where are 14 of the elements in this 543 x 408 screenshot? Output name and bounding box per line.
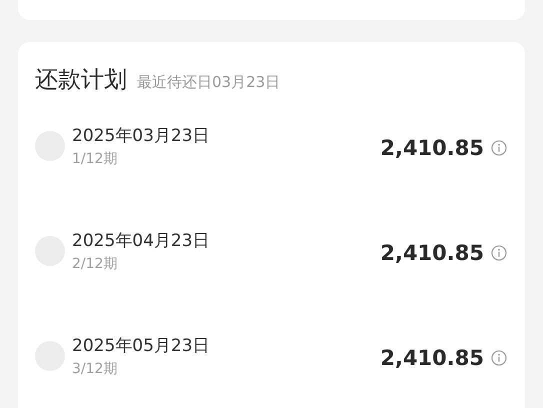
- due-date: 2025年04月23日: [72, 230, 211, 252]
- section-title: 还款计划: [35, 66, 127, 95]
- info-icon[interactable]: [491, 245, 507, 261]
- amount: 2,410.85: [380, 136, 484, 160]
- installment-period: 3/12期: [72, 360, 118, 378]
- due-date: 2025年03月23日: [72, 125, 211, 147]
- info-icon[interactable]: [491, 350, 507, 366]
- due-date: 2025年05月23日: [72, 335, 211, 357]
- amount: 2,410.85: [380, 241, 484, 265]
- info-icon[interactable]: [491, 140, 507, 156]
- amount: 2,410.85: [380, 346, 484, 370]
- next-due-date: 最近待还日03月23日: [137, 73, 280, 92]
- installment-period: 1/12期: [72, 150, 118, 168]
- installment-period: 2/12期: [72, 255, 118, 273]
